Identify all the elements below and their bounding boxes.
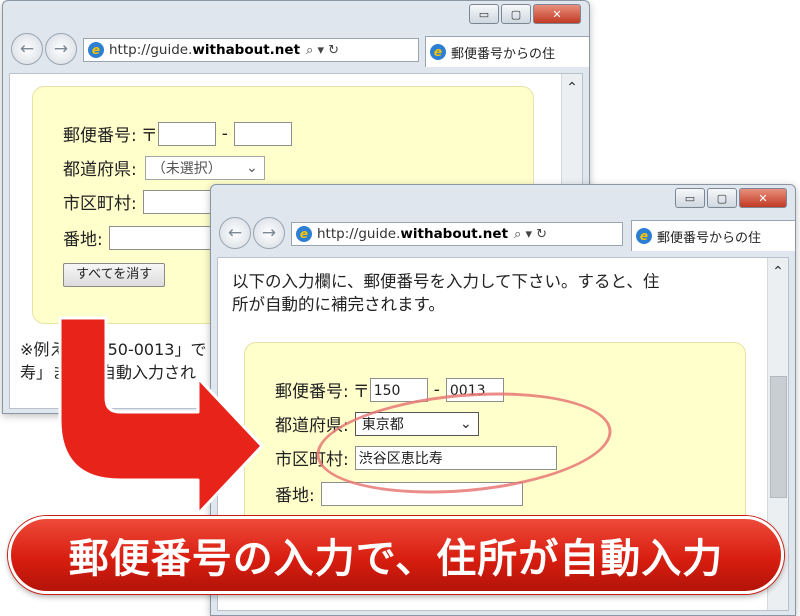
caption-banner: 郵便番号の入力で、住所が自動入力 — [8, 516, 784, 594]
transition-arrow-icon — [58, 316, 264, 516]
caption-text: 郵便番号の入力で、住所が自動入力 — [68, 536, 724, 582]
transition-arrow-shape — [58, 316, 264, 516]
